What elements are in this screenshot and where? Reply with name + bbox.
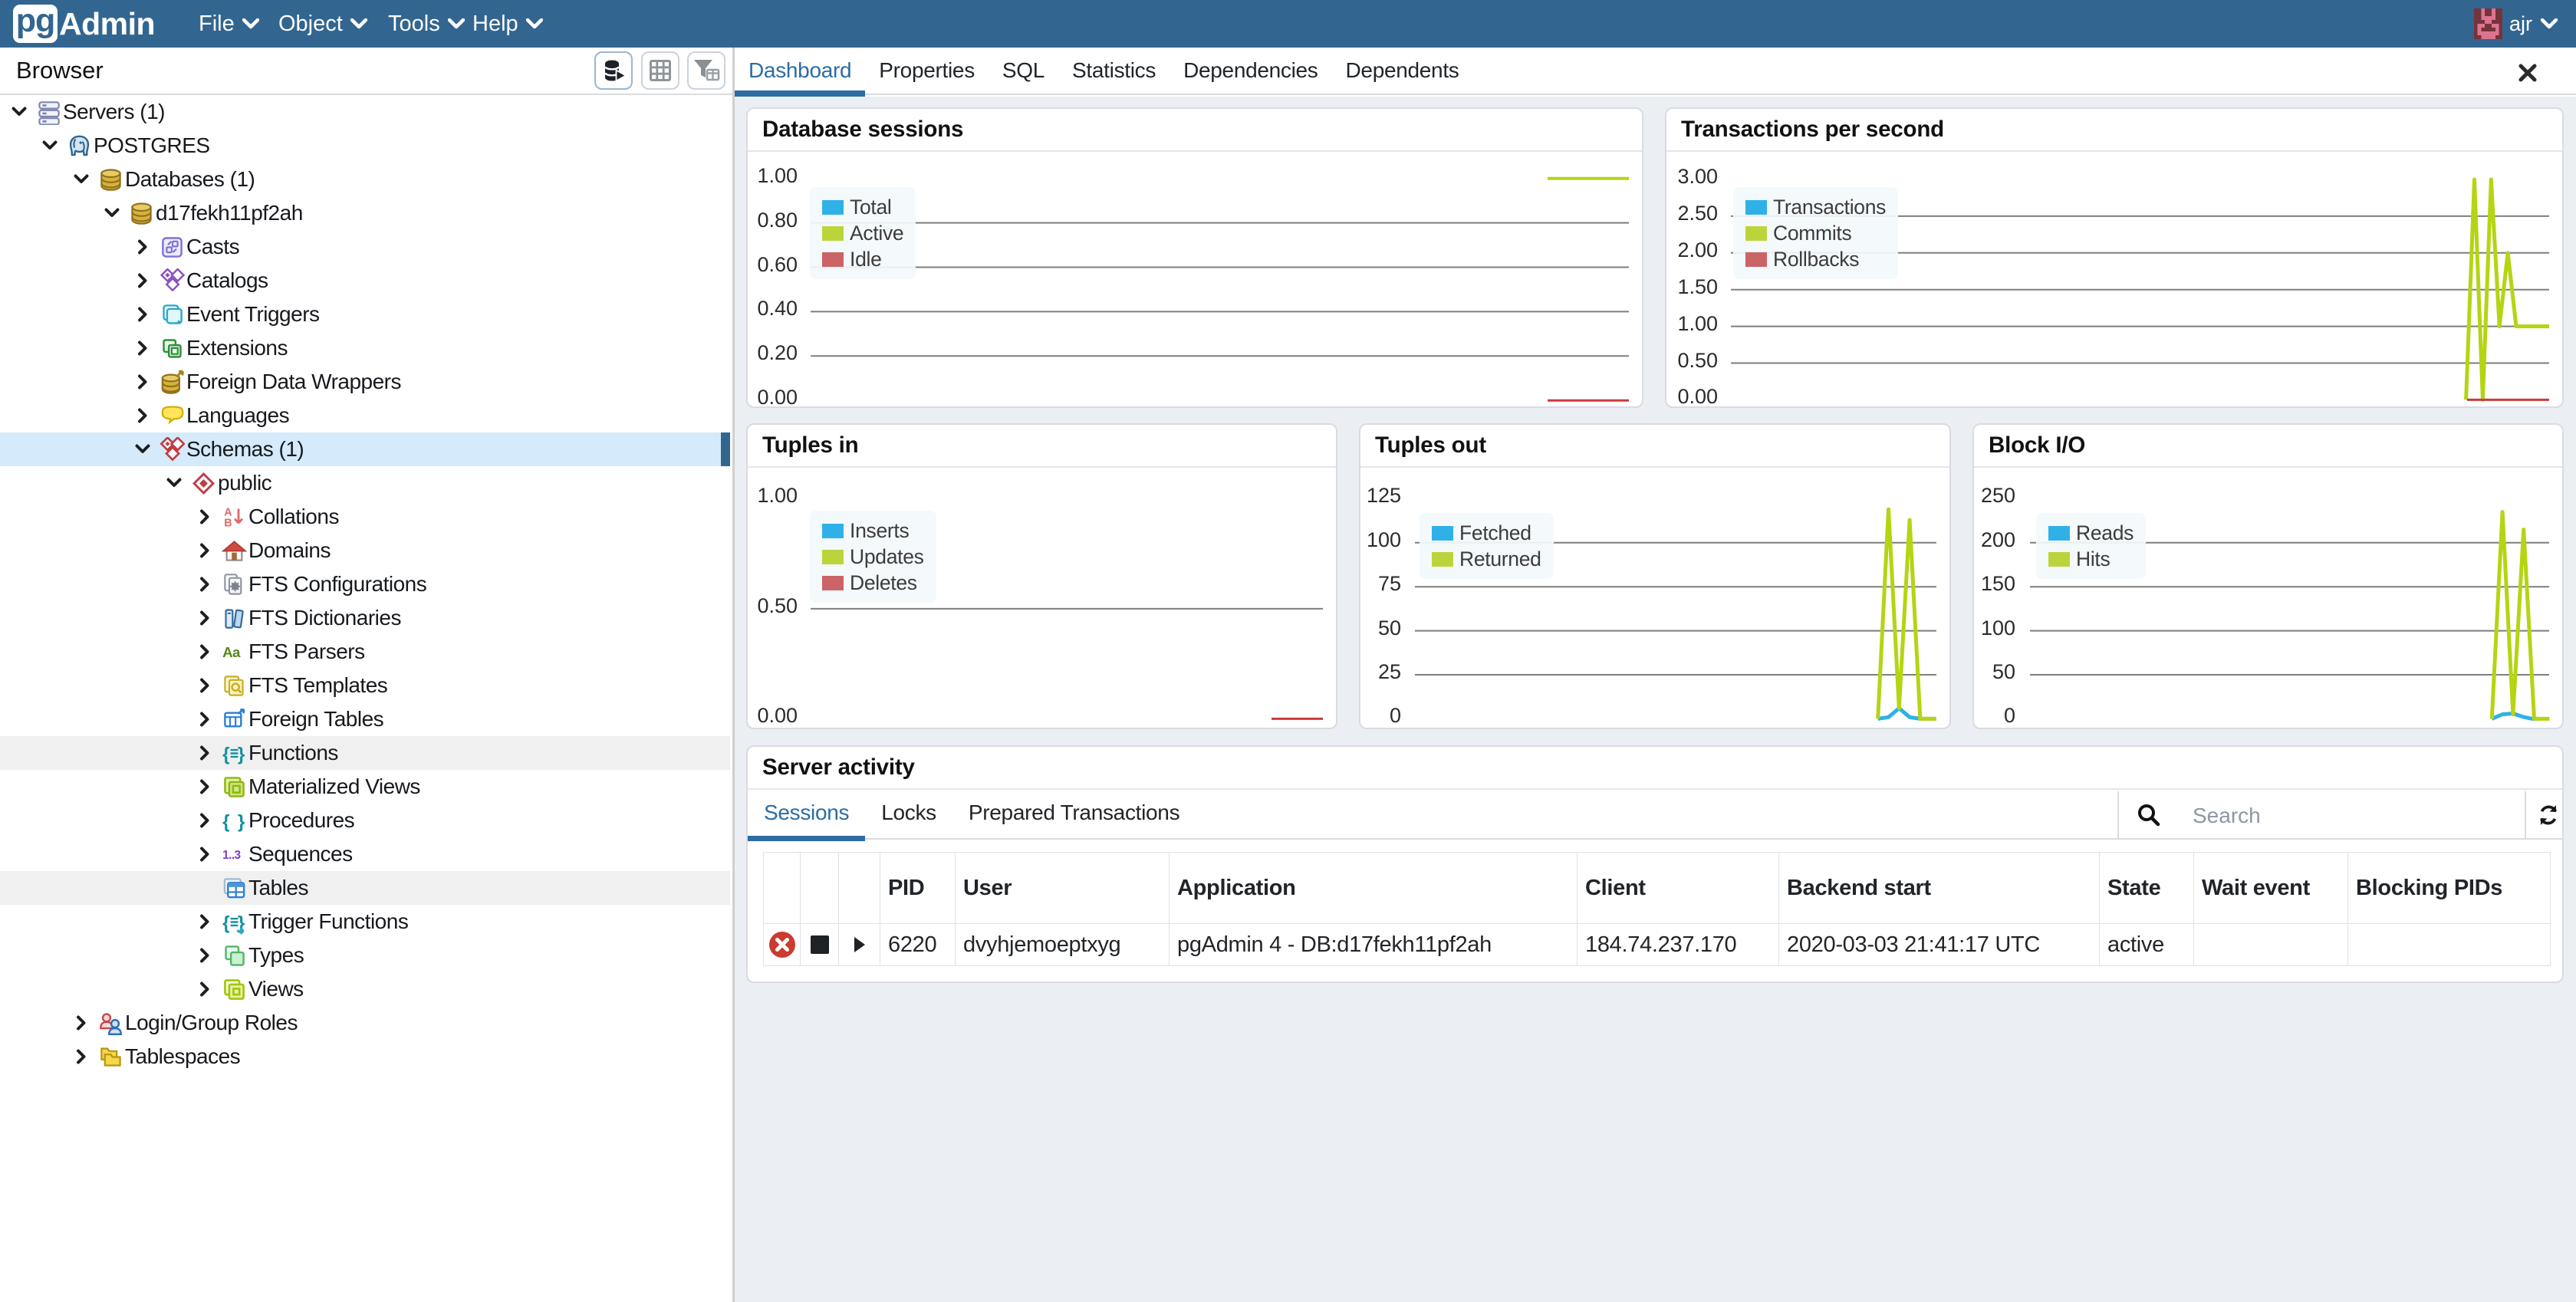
svg-text:}: } xyxy=(238,811,245,832)
svg-text:1..3: 1..3 xyxy=(222,849,240,862)
svg-text:{: { xyxy=(222,744,229,764)
svg-text:B: B xyxy=(224,517,232,529)
svg-text:Aa: Aa xyxy=(222,644,241,660)
svg-text:{: { xyxy=(222,811,229,832)
svg-text:{: { xyxy=(222,912,229,933)
svg-text:}: } xyxy=(238,744,245,764)
